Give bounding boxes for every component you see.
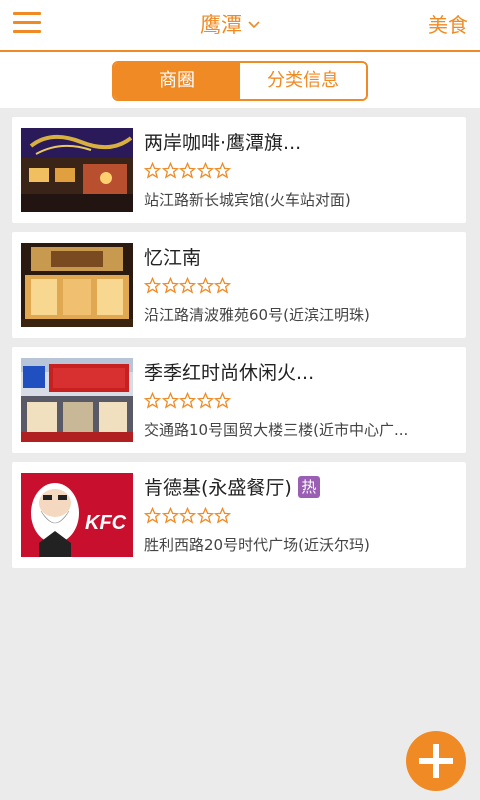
- shop-photo: [21, 128, 133, 212]
- shop-name: 季季红时尚休闲火...: [144, 362, 315, 384]
- star-outline-icon: [144, 507, 161, 524]
- star-outline-icon: [179, 507, 196, 524]
- star-outline-icon: [179, 162, 196, 179]
- add-button[interactable]: [406, 731, 466, 791]
- star-outline-icon: [161, 507, 179, 524]
- star-outline-icon: [196, 277, 214, 294]
- segmented-tabs: 商圈 分类信息: [112, 61, 368, 101]
- shop-name: 两岸咖啡·鹰潭旗...: [144, 132, 302, 154]
- top-bar: 鹰潭 美食: [0, 0, 480, 52]
- star-rating: [144, 507, 232, 524]
- star-outline-icon: [214, 277, 231, 294]
- shop-address: 交通路10号国贸大楼三楼(近市中心广...: [144, 421, 409, 439]
- star-outline-icon: [196, 162, 214, 179]
- shop-address: 沿江路清波雅苑60号(近滨江明珠): [144, 306, 370, 324]
- star-rating: [144, 392, 232, 409]
- shop-name: 肯德基(永盛餐厅) 热: [144, 475, 320, 501]
- star-outline-icon: [214, 162, 231, 179]
- city-selector[interactable]: 鹰潭: [200, 10, 260, 40]
- shop-card[interactable]: 季季红时尚休闲火... 交通路10号国贸大楼三楼(近市中心广...: [12, 347, 466, 453]
- star-outline-icon: [161, 277, 179, 294]
- star-outline-icon: [196, 507, 214, 524]
- star-outline-icon: [179, 392, 196, 409]
- star-outline-icon: [144, 392, 161, 409]
- star-outline-icon: [196, 392, 214, 409]
- shop-list: 两岸咖啡·鹰潭旗... 站江路新长城宾馆(火车站对面) 忆江南 沿江路清波雅苑6…: [12, 117, 466, 577]
- city-name: 鹰潭: [200, 13, 242, 37]
- star-outline-icon: [161, 392, 179, 409]
- shop-photo: KFC: [21, 473, 133, 557]
- shop-card[interactable]: KFC 肯德基(永盛餐厅) 热 胜利西路20号时代广场(近沃尔玛): [12, 462, 466, 568]
- star-outline-icon: [179, 277, 196, 294]
- star-outline-icon: [144, 277, 161, 294]
- shop-address: 胜利西路20号时代广场(近沃尔玛): [144, 536, 370, 554]
- hamburger-menu-icon[interactable]: [13, 12, 41, 34]
- tab-bar-area: 商圈 分类信息: [0, 52, 480, 108]
- category-button[interactable]: 美食: [428, 10, 468, 40]
- svg-text:KFC: KFC: [85, 512, 127, 534]
- chevron-down-icon: [248, 21, 260, 29]
- star-outline-icon: [214, 507, 231, 524]
- shop-card[interactable]: 两岸咖啡·鹰潭旗... 站江路新长城宾馆(火车站对面): [12, 117, 466, 223]
- tab-category-info[interactable]: 分类信息: [240, 63, 366, 99]
- star-outline-icon: [161, 162, 179, 179]
- shop-address: 站江路新长城宾馆(火车站对面): [144, 191, 351, 209]
- star-outline-icon: [144, 162, 161, 179]
- star-outline-icon: [214, 392, 231, 409]
- shop-name: 忆江南: [144, 247, 202, 269]
- tab-business-district[interactable]: 商圈: [114, 63, 240, 99]
- star-rating: [144, 277, 232, 294]
- hot-badge: 热: [297, 476, 320, 498]
- star-rating: [144, 162, 232, 179]
- shop-photo: [21, 358, 133, 442]
- shop-card[interactable]: 忆江南 沿江路清波雅苑60号(近滨江明珠): [12, 232, 466, 338]
- shop-photo: [21, 243, 133, 327]
- shop-name-text: 肯德基(永盛餐厅): [144, 477, 292, 499]
